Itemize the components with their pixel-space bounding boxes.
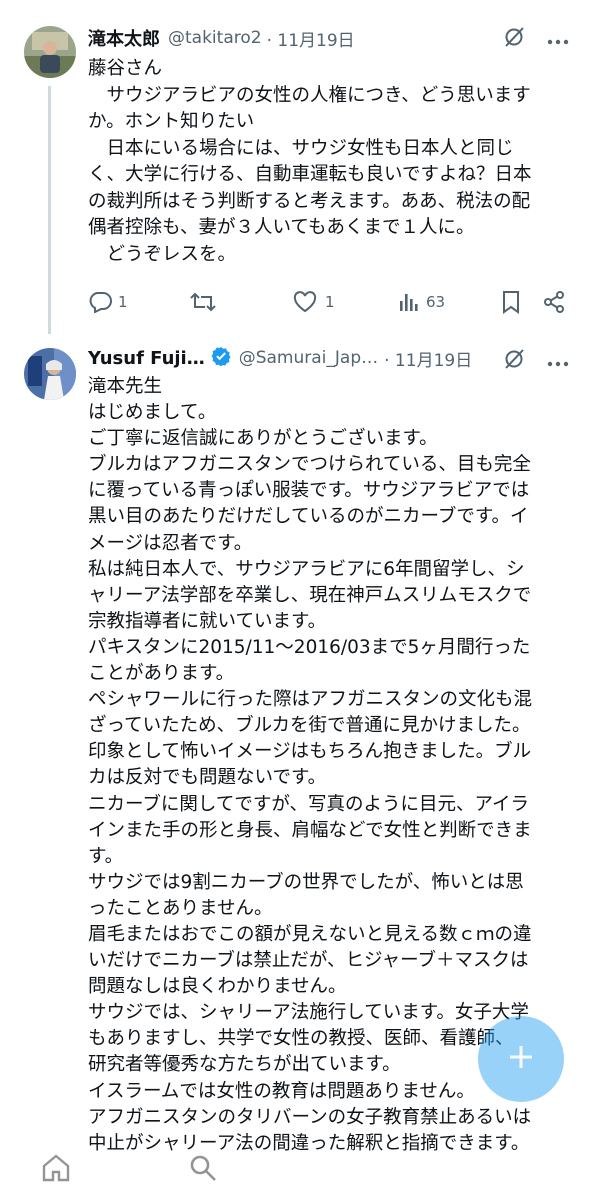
compose-button[interactable]	[478, 1016, 564, 1102]
share-button[interactable]	[542, 290, 566, 314]
share-icon	[542, 290, 566, 314]
tweet-header: 滝本太郎 @takitaro2 · 11月19日	[88, 22, 589, 54]
retweet-button[interactable]	[190, 291, 216, 313]
avatar-takitaro[interactable]	[24, 26, 76, 78]
tweet-header: Yusuf Fuji… @Samurai_Jap… · 11月19日	[88, 342, 589, 374]
grok-icon[interactable]	[503, 348, 525, 374]
views-icon	[398, 291, 420, 313]
like-icon	[293, 291, 317, 313]
search-icon[interactable]	[188, 1153, 218, 1187]
reply-icon	[88, 291, 112, 313]
retweet-icon	[190, 291, 216, 313]
author-handle[interactable]: @takitaro2	[168, 28, 262, 48]
author-name[interactable]: 滝本太郎	[88, 25, 160, 51]
tweet-date[interactable]: · 11月19日	[384, 346, 472, 371]
tweet-text: 藤谷さん サウジアラビアの女性の人権につき、どう思います か。ホント知りたい 日…	[88, 58, 532, 265]
views-button[interactable]: 63	[398, 291, 445, 313]
bottom-nav	[0, 1140, 589, 1200]
like-count: 1	[325, 293, 335, 311]
home-icon[interactable]	[40, 1152, 72, 1188]
grok-icon[interactable]	[503, 26, 525, 52]
tweet-date[interactable]: · 11月19日	[267, 26, 355, 51]
thread-line	[48, 86, 51, 334]
tweet-actions: 1 1 63	[88, 282, 589, 322]
author-name[interactable]: Yusuf Fuji…	[88, 348, 205, 369]
bookmark-button[interactable]	[501, 290, 521, 314]
reply-button[interactable]: 1	[88, 291, 128, 313]
views-count: 63	[426, 293, 446, 311]
tweet-takitaro[interactable]: 滝本太郎 @takitaro2 · 11月19日 藤谷さん サウジアラビアの女性…	[0, 0, 589, 340]
more-icon[interactable]	[547, 30, 569, 49]
author-handle[interactable]: @Samurai_Jap…	[239, 348, 378, 368]
bookmark-icon	[501, 290, 521, 314]
like-button[interactable]: 1	[293, 291, 335, 313]
avatar-yusuf[interactable]	[24, 348, 76, 400]
reply-count: 1	[118, 293, 128, 311]
more-icon[interactable]	[547, 352, 569, 371]
verified-badge-icon	[211, 346, 231, 370]
compose-plus-icon	[506, 1042, 536, 1076]
